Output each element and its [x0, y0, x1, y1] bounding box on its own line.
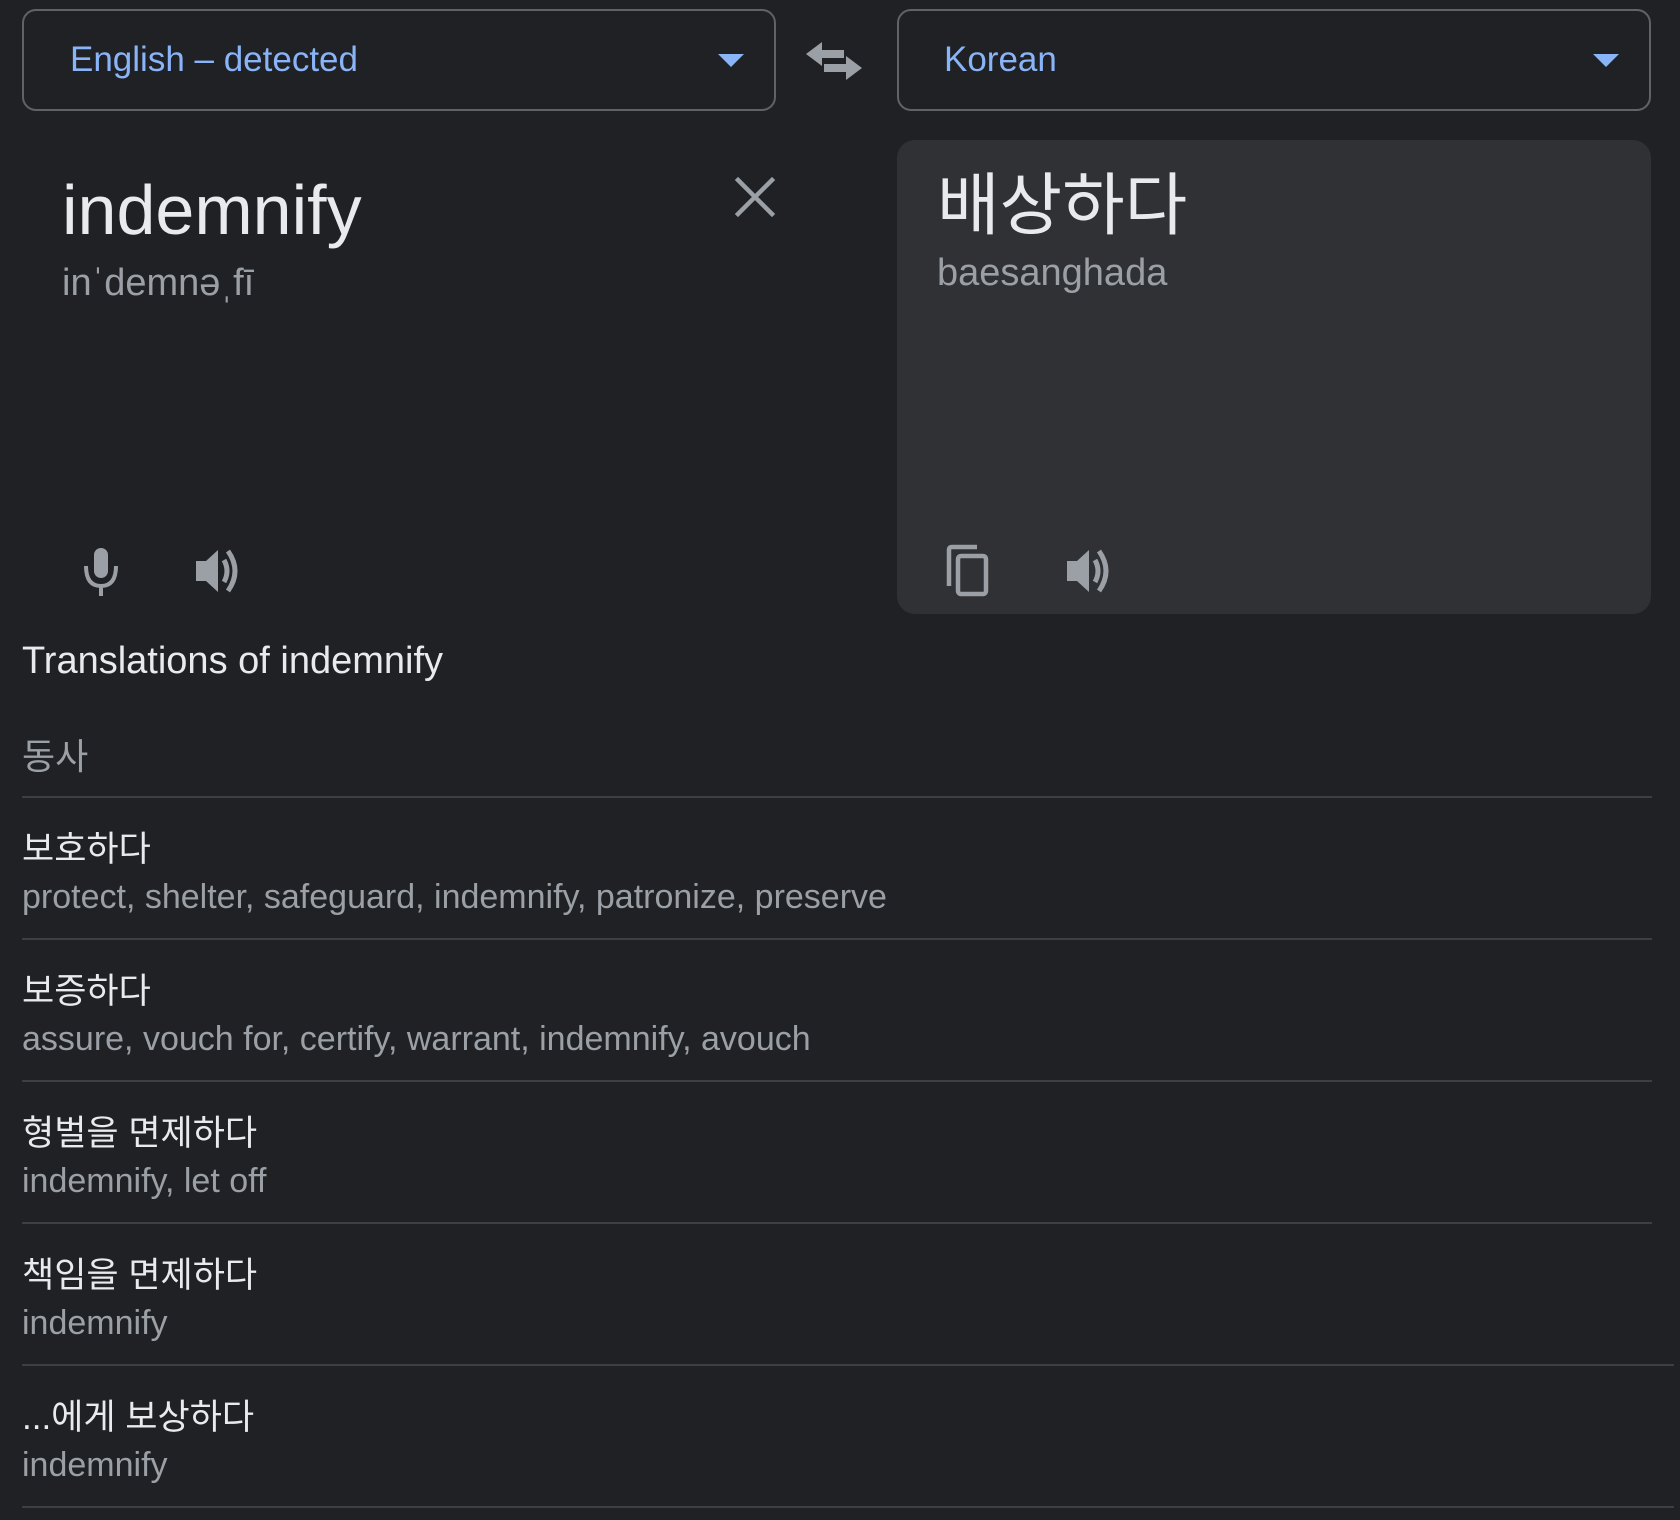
source-phonetic: inˈdemnəˌfī [62, 262, 255, 304]
entry-word: ...에게 보상하다 [22, 1398, 255, 1437]
speaker-icon [196, 549, 238, 593]
listen-source-button[interactable] [172, 524, 262, 614]
close-icon [734, 176, 776, 218]
entry-synonyms: indemnify [22, 1304, 168, 1342]
clear-source-button[interactable] [732, 174, 778, 220]
source-language-label: English – detected [70, 40, 358, 79]
chevron-down-icon [1593, 54, 1619, 67]
source-text-panel[interactable]: indemnify inˈdemnəˌfī [22, 140, 776, 614]
translations-section: Translations of indemnify 동사 보호하다 protec… [22, 640, 1674, 1508]
microphone-button[interactable] [56, 524, 146, 614]
copy-icon [946, 544, 989, 597]
chevron-down-icon [718, 54, 744, 67]
copy-translation-button[interactable] [921, 524, 1011, 614]
target-language-label: Korean [944, 40, 1057, 79]
translation-entry[interactable]: ...에게 보상하다 indemnify [22, 1366, 1674, 1508]
translation-panel: 배상하다 baesanghada [897, 140, 1651, 614]
translation-entry[interactable]: 보증하다 assure, vouch for, certify, warrant… [22, 940, 1652, 1082]
speaker-icon [1067, 549, 1109, 593]
translation-entry[interactable]: 책임을 면제하다 indemnify [22, 1224, 1674, 1366]
entry-word: 보증하다 [22, 972, 151, 1011]
microphone-icon [84, 548, 118, 596]
entry-word: 형벌을 면제하다 [22, 1114, 258, 1153]
entry-word: 보호하다 [22, 830, 151, 869]
translation-entry[interactable]: 보호하다 protect, shelter, safeguard, indemn… [22, 798, 1652, 940]
entry-synonyms: indemnify, let off [22, 1162, 267, 1200]
listen-translation-button[interactable] [1043, 524, 1133, 614]
target-language-select[interactable]: Korean [897, 9, 1651, 111]
source-text-input[interactable]: indemnify [62, 168, 362, 252]
translation-text: 배상하다 [937, 168, 1188, 244]
translations-heading: Translations of indemnify [22, 640, 444, 682]
source-language-select[interactable]: English – detected [22, 9, 776, 111]
swap-languages-button[interactable] [800, 36, 868, 86]
translation-romanization: baesanghada [937, 252, 1168, 294]
translation-entry[interactable]: 형벌을 면제하다 indemnify, let off [22, 1082, 1652, 1224]
entry-synonyms: assure, vouch for, certify, warrant, ind… [22, 1020, 811, 1058]
swap-arrows-icon [806, 42, 862, 80]
entry-synonyms: protect, shelter, safeguard, indemnify, … [22, 878, 887, 916]
entry-synonyms: indemnify [22, 1446, 168, 1484]
part-of-speech-label: 동사 [22, 710, 1652, 798]
entry-word: 책임을 면제하다 [22, 1256, 258, 1295]
